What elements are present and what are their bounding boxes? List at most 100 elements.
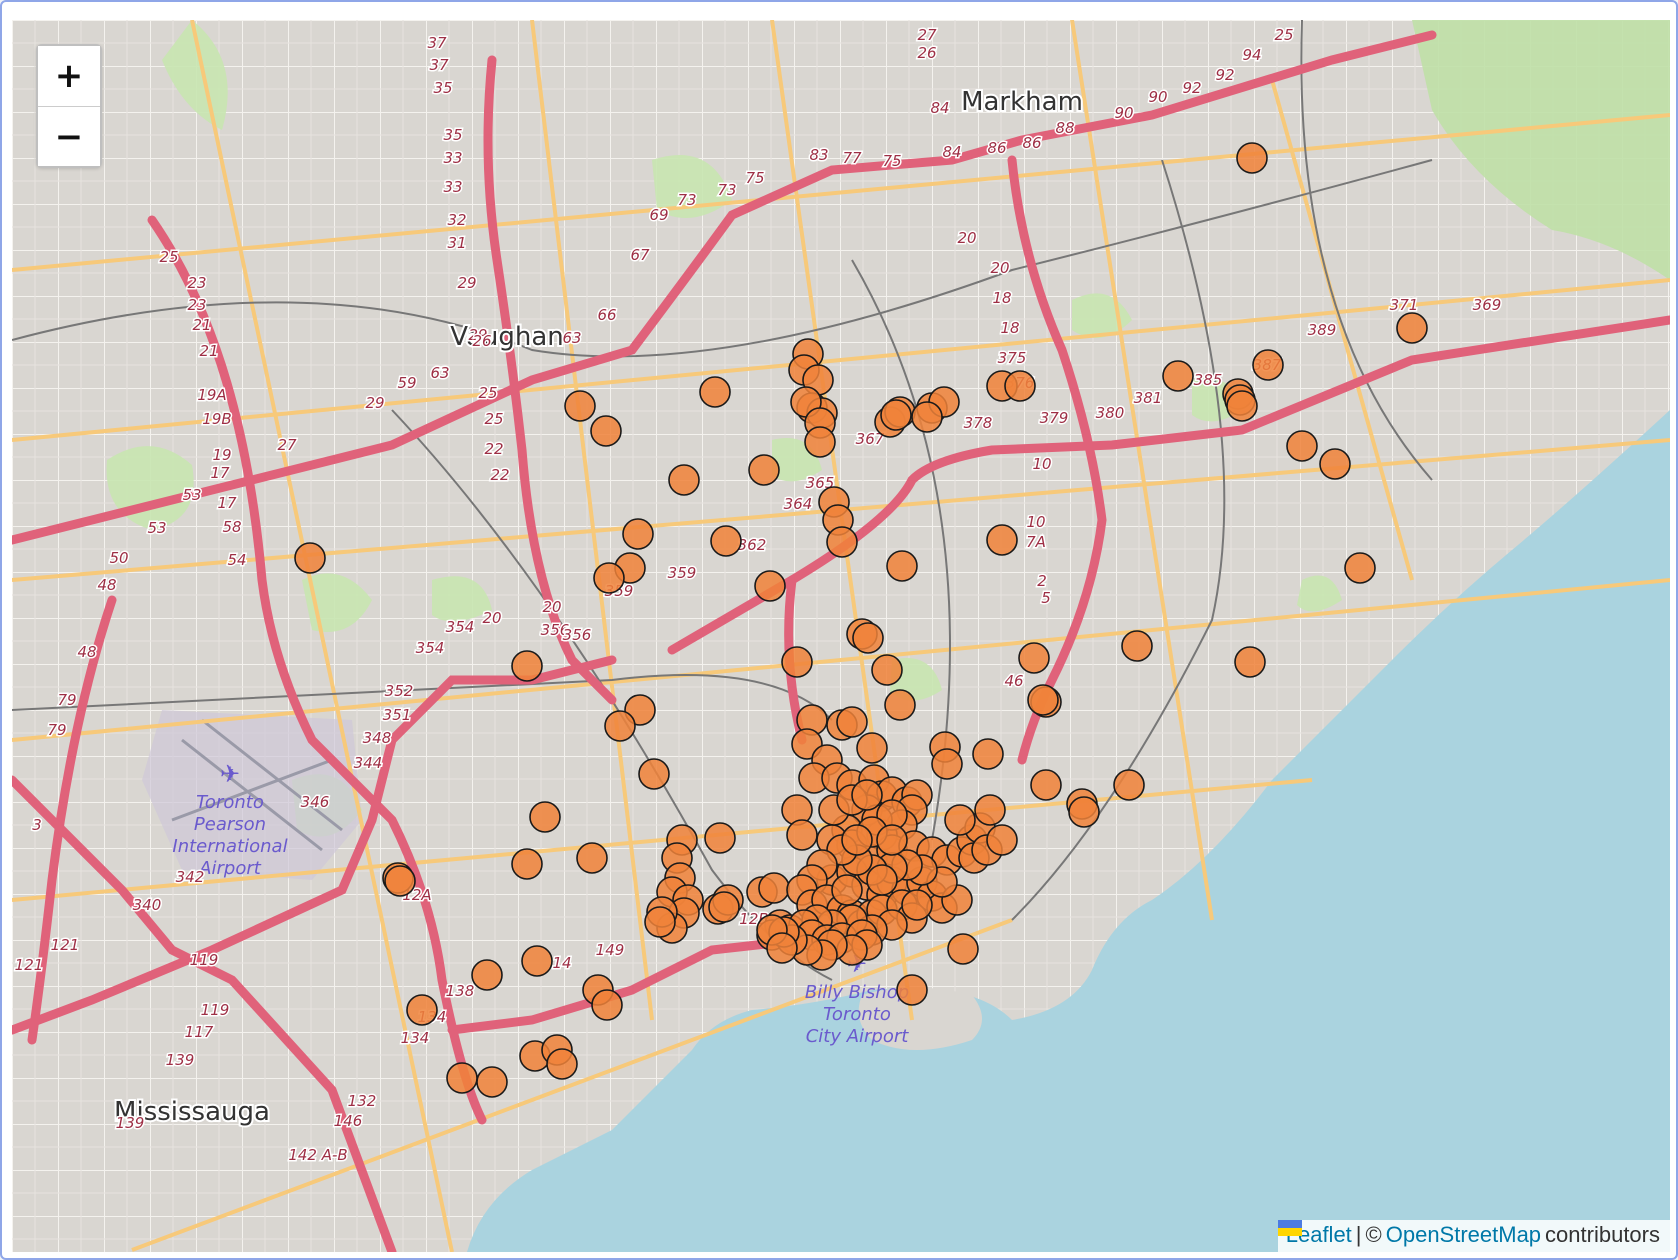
incident-marker[interactable]: [704, 822, 736, 854]
incident-marker[interactable]: [748, 454, 780, 486]
incident-marker[interactable]: [1018, 642, 1050, 674]
incident-marker[interactable]: [564, 390, 596, 422]
incident-marker[interactable]: [884, 689, 916, 721]
incident-marker[interactable]: [1396, 312, 1428, 344]
incident-marker[interactable]: [758, 872, 790, 904]
highway-exit-label: 354: [446, 618, 475, 636]
incident-marker[interactable]: [754, 570, 786, 602]
incident-marker[interactable]: [911, 401, 943, 433]
incident-marker[interactable]: [931, 748, 963, 780]
highway-exit-label: 340: [133, 896, 162, 914]
attribution: Leaflet | © OpenStreetMap contributors: [1277, 1220, 1670, 1252]
highway-exit-label: 31: [447, 234, 466, 252]
highway-exit-label: 73: [677, 191, 696, 209]
incident-marker[interactable]: [591, 989, 623, 1021]
incident-marker[interactable]: [852, 622, 884, 654]
incident-marker[interactable]: [986, 824, 1018, 856]
incident-marker[interactable]: [866, 864, 898, 896]
incident-marker[interactable]: [511, 650, 543, 682]
incident-marker[interactable]: [668, 464, 700, 496]
incident-marker[interactable]: [972, 738, 1004, 770]
incident-marker[interactable]: [1162, 360, 1194, 392]
pearson-label-3: International: [172, 836, 287, 857]
osm-link[interactable]: OpenStreetMap: [1386, 1222, 1541, 1248]
incident-marker[interactable]: [831, 874, 863, 906]
incident-marker[interactable]: [836, 706, 868, 738]
highway-exit-label: 375: [998, 349, 1027, 367]
incident-marker[interactable]: [406, 994, 438, 1026]
highway-exit-label: 7A: [1026, 533, 1046, 551]
incident-marker[interactable]: [766, 932, 798, 964]
place-markham: Markham: [961, 87, 1083, 117]
incident-marker[interactable]: [880, 399, 912, 431]
highway-exit-label: 48: [77, 643, 96, 661]
incident-marker[interactable]: [576, 842, 608, 874]
zoom-out-button[interactable]: −: [38, 106, 100, 166]
incident-marker[interactable]: [699, 376, 731, 408]
highway-exit-label: 88: [1055, 119, 1074, 137]
incident-marker[interactable]: [476, 1066, 508, 1098]
highway-exit-label: 18: [1000, 319, 1019, 337]
incident-marker[interactable]: [856, 732, 888, 764]
incident-marker[interactable]: [644, 906, 676, 938]
highway-exit-label: 348: [363, 729, 392, 747]
zoom-in-button[interactable]: +: [38, 46, 100, 106]
incident-marker[interactable]: [546, 1048, 578, 1080]
highway-exit-label: 29: [457, 274, 476, 292]
incident-marker[interactable]: [804, 426, 836, 458]
incident-marker[interactable]: [1027, 684, 1059, 716]
incident-marker[interactable]: [471, 959, 503, 991]
incident-marker[interactable]: [1030, 769, 1062, 801]
incident-marker[interactable]: [521, 945, 553, 977]
highway-exit-label: 132: [348, 1092, 377, 1110]
map-tiles[interactable]: Markham Vaughan Mississauga Toronto Pear…: [12, 20, 1670, 1252]
incident-marker[interactable]: [1068, 796, 1100, 828]
incident-marker[interactable]: [786, 819, 818, 851]
incident-marker[interactable]: [901, 889, 933, 921]
incident-marker[interactable]: [604, 710, 636, 742]
incident-marker[interactable]: [986, 524, 1018, 556]
highway-exit-label: 32: [447, 211, 466, 229]
incident-marker[interactable]: [1113, 769, 1145, 801]
incident-marker[interactable]: [826, 526, 858, 558]
incident-marker[interactable]: [446, 1062, 478, 1094]
incident-marker[interactable]: [1236, 142, 1268, 174]
incident-marker[interactable]: [529, 801, 561, 833]
incident-marker[interactable]: [1252, 349, 1284, 381]
incident-marker[interactable]: [841, 824, 873, 856]
incident-marker[interactable]: [638, 758, 670, 790]
incident-marker[interactable]: [590, 415, 622, 447]
map-viewport[interactable]: Markham Vaughan Mississauga Toronto Pear…: [12, 20, 1670, 1252]
incident-marker[interactable]: [1319, 448, 1351, 480]
incident-marker[interactable]: [1286, 430, 1318, 462]
incident-marker[interactable]: [974, 794, 1006, 826]
incident-marker[interactable]: [1226, 390, 1258, 422]
incident-marker[interactable]: [886, 550, 918, 582]
highway-exit-label: 362: [738, 536, 767, 554]
incident-marker[interactable]: [622, 518, 654, 550]
highway-exit-label: 75: [745, 169, 764, 187]
highway-exit-label: 23: [187, 274, 206, 292]
incident-marker[interactable]: [871, 654, 903, 686]
place-vaughan: Vaughan: [450, 322, 564, 352]
incident-marker[interactable]: [1121, 630, 1153, 662]
incident-marker[interactable]: [708, 891, 740, 923]
highway-exit-label: 33: [443, 149, 462, 167]
incident-marker[interactable]: [947, 933, 979, 965]
incident-marker[interactable]: [294, 542, 326, 574]
incident-marker[interactable]: [876, 824, 908, 856]
incident-marker[interactable]: [896, 974, 928, 1006]
incident-marker[interactable]: [511, 848, 543, 880]
incident-marker[interactable]: [384, 865, 416, 897]
highway-exit-label: 27: [277, 436, 297, 454]
incident-marker[interactable]: [781, 646, 813, 678]
incident-marker[interactable]: [944, 804, 976, 836]
highway-exit-label: 50: [109, 549, 128, 567]
incident-marker[interactable]: [1004, 370, 1036, 402]
incident-marker[interactable]: [593, 562, 625, 594]
incident-marker[interactable]: [851, 779, 883, 811]
highway-exit-label: 25: [1274, 26, 1293, 44]
incident-marker[interactable]: [1344, 552, 1376, 584]
incident-marker[interactable]: [710, 525, 742, 557]
incident-marker[interactable]: [1234, 646, 1266, 678]
